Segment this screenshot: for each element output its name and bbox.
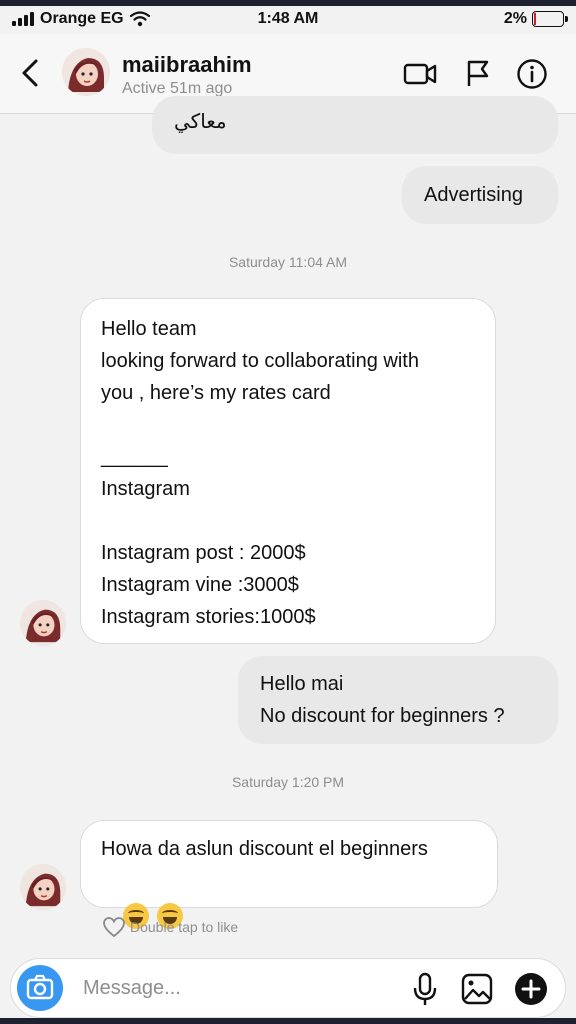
message-input[interactable]: Message... [83,977,181,1000]
battery-icon [532,11,568,27]
message-text: Advertising [424,184,523,206]
timestamp-2: Saturday 1:20 PM [231,774,345,790]
emoji-row [101,865,497,963]
sender-avatar[interactable] [20,600,66,646]
bottom-strip [0,1018,576,1024]
message-bubble-partial[interactable]: معاكي [152,96,558,154]
message-line: No discount for beginners ? [260,705,505,727]
avatar-image [20,864,66,910]
like-hint-label: Double tap to like [130,919,239,935]
camera-icon [26,974,54,1000]
add-icon[interactable] [513,971,549,1007]
sender-avatar[interactable] [20,864,66,910]
message-divider: ______ [101,446,168,468]
message-line: Instagram post : 2000$ [101,542,306,564]
camera-button[interactable] [17,965,63,1011]
message-composer: Message... [10,958,566,1018]
message-bubble-last[interactable]: Howa da aslun discount el beginners [80,820,498,929]
back-chevron-icon[interactable] [16,56,46,90]
like-hint[interactable]: Double tap to like [102,916,238,938]
message-line: Instagram vine :3000$ [101,574,299,596]
chat-username[interactable]: maiibraahim [122,52,252,78]
status-right: 2% [503,10,568,28]
message-line: looking forward to collaborating with [101,350,419,372]
battery-percent: 2% [503,10,527,27]
message-line: Hello mai [260,673,344,695]
gallery-icon[interactable] [459,971,495,1007]
status-bar: Orange EG 1:48 AM 2% [0,6,576,34]
header-avatar[interactable] [62,48,110,96]
message-line: you , here’s my rates card [101,382,331,404]
message-line: Instagram stories:1000$ [101,606,316,628]
heart-icon [103,917,125,938]
video-call-icon[interactable] [402,58,438,90]
timestamp-1: Saturday 11:04 AM [228,254,348,270]
message-line: Instagram [101,478,190,500]
message-line: Howa da aslun discount el beginners [101,838,428,860]
message-bubble-advertising[interactable]: Advertising [402,166,558,224]
info-icon[interactable] [514,58,550,90]
status-time: 1:48 AM [257,10,319,27]
message-line: Hello team [101,318,197,340]
message-text: معاكي [174,111,227,133]
avatar-image [20,600,66,646]
microphone-icon[interactable] [407,971,443,1007]
flag-icon[interactable] [460,58,496,90]
avatar-image [62,48,110,96]
message-bubble-reply[interactable]: Hello mai No discount for beginners ? [238,656,558,744]
message-bubble-rate-card[interactable]: Hello team looking forward to collaborat… [80,298,496,644]
